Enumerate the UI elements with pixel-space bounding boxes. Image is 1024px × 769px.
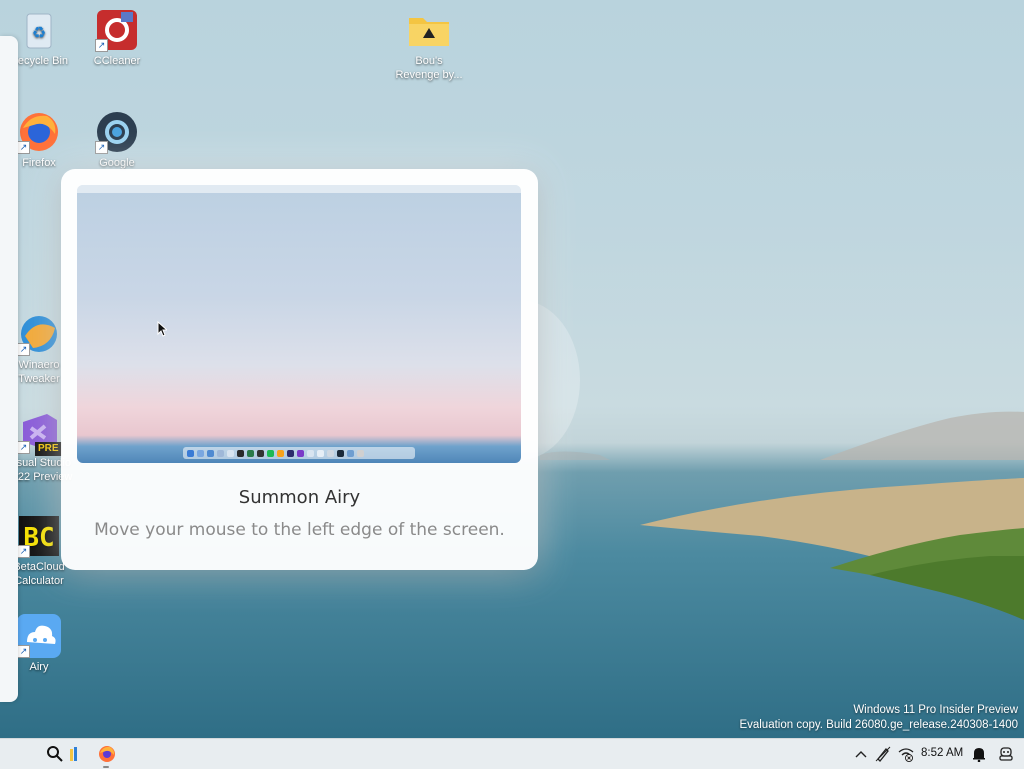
popup-title: Summon Airy [238,487,361,508]
network-icon [898,748,914,762]
search-icon [47,746,63,762]
mouse-pointer-icon [157,321,167,337]
watermark-build: Evaluation copy. Build 26080.ge_release.… [739,719,1018,731]
ccleaner-icon: ↗ [95,8,139,52]
pen-icon [875,746,891,762]
airy-icon: ↗ [17,614,61,658]
chevron-up-icon [855,751,867,758]
shortcut-arrow-icon: ↗ [17,645,30,658]
visual-studio-icon: PRE ↗ [17,410,62,456]
airy-side-panel[interactable] [0,36,18,702]
shortcut-arrow-icon: ↗ [95,141,108,154]
airy-tutorial-popup: Summon Airy Move your mouse to the left … [61,169,538,570]
desktop-icon-label: CCleaner [93,55,141,67]
desktop-icon-label: Bou's Revenge by... [395,55,463,81]
chrome-icon: ↗ [95,110,139,154]
desktop-icon-google[interactable]: ↗ Google [82,110,152,170]
folder-icon [407,8,451,52]
calculator-icon: BC ↗ [17,514,61,558]
notification-bell-icon [973,748,985,762]
preview-dock [183,447,415,459]
firefox-taskbar-button[interactable] [94,743,120,765]
recycle-bin-icon: ♻ [17,8,61,52]
windows-watermark: Windows 11 Pro Insider Preview Evaluatio… [739,703,1018,733]
firefox-icon [99,746,115,762]
desktop-icon-bous-revenge[interactable]: Bou's Revenge by... [394,8,464,82]
copilot-icon [999,747,1013,761]
taskbar: 8:52 AM [0,738,1024,769]
preview-menubar [77,185,521,193]
popup-subtitle: Move your mouse to the left edge of the … [94,520,505,540]
notifications-button[interactable] [970,743,988,765]
search-button[interactable] [44,743,66,765]
shortcut-arrow-icon: ↗ [95,39,108,52]
firefox-icon: ↗ [17,110,61,154]
shortcut-arrow-icon: ↗ [17,343,30,356]
file-explorer-button[interactable] [68,743,80,765]
taskbar-clock[interactable]: 8:52 AM [921,747,963,759]
file-explorer-icon [70,747,77,761]
svg-text:♻: ♻ [32,25,46,42]
tutorial-preview-image [77,185,521,463]
watermark-edition: Windows 11 Pro Insider Preview [853,704,1018,716]
shortcut-arrow-icon: ↗ [17,441,30,454]
desktop-icon-label: Google [99,157,135,169]
show-hidden-icons-button[interactable] [853,743,869,765]
copilot-button[interactable] [996,743,1016,765]
shortcut-arrow-icon: ↗ [17,141,30,154]
desktop-icon-ccleaner[interactable]: ↗ CCleaner [82,8,152,68]
desktop-background: ♻ Recycle Bin ↗ CCleaner Bou's Revenge b… [0,0,1024,738]
preview-badge: PRE [35,442,62,456]
network-button[interactable] [896,743,916,765]
pen-menu-button[interactable] [874,743,892,765]
shortcut-arrow-icon: ↗ [17,545,30,558]
winaero-tweaker-icon: ↗ [17,312,61,356]
